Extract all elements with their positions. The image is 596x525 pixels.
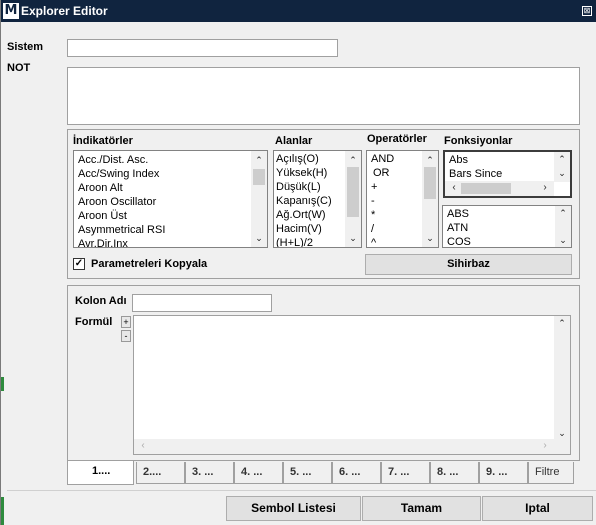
scroll-down-icon[interactable]: ⌄ xyxy=(251,231,267,245)
not-label: NOT xyxy=(7,62,31,74)
scroll-down-icon[interactable]: ⌄ xyxy=(554,426,570,440)
scroll-right-icon[interactable]: › xyxy=(538,439,552,454)
tab-5[interactable]: 5. ... xyxy=(283,462,332,484)
wizard-button[interactable]: Sihirbaz xyxy=(365,254,572,275)
tab-6[interactable]: 6. ... xyxy=(332,462,381,484)
scroll-left-icon[interactable]: ‹ xyxy=(447,181,461,196)
copy-params-checkbox[interactable]: ✓ xyxy=(73,258,85,270)
sistem-input[interactable] xyxy=(67,39,338,57)
scroll-right-icon[interactable]: › xyxy=(538,181,552,196)
left-edge-strip xyxy=(1,22,7,525)
functions-scrollbar[interactable]: ⌃ ⌄ xyxy=(555,206,571,247)
symbol-list-button[interactable]: Sembol Listesi xyxy=(226,496,361,521)
tab-7[interactable]: 7. ... xyxy=(381,462,430,484)
functions-category-scrollbar[interactable]: ⌃ ⌄ xyxy=(554,152,570,182)
tab-8[interactable]: 8. ... xyxy=(430,462,479,484)
functions-category-list[interactable]: Abs Bars Since ⌃ ⌄ ‹ › xyxy=(443,150,572,198)
sistem-label: Sistem xyxy=(7,41,44,53)
tab-9[interactable]: 9. ... xyxy=(479,462,528,484)
scroll-down-icon[interactable]: ⌄ xyxy=(555,233,571,247)
green-marker xyxy=(1,377,4,391)
ok-button[interactable]: Tamam xyxy=(362,496,481,521)
not-textarea[interactable] xyxy=(67,67,580,125)
list-item[interactable]: ATN xyxy=(443,221,571,235)
indicators-header: İndikatörler xyxy=(73,135,133,147)
tab-3[interactable]: 3. ... xyxy=(185,462,234,484)
column-name-label: Kolon Adı xyxy=(75,295,127,307)
scroll-down-icon[interactable]: ⌄ xyxy=(422,231,438,245)
scroll-thumb[interactable] xyxy=(424,167,436,199)
fields-header: Alanlar xyxy=(275,135,313,147)
tab-1[interactable]: 1.... xyxy=(67,461,134,485)
formula-vscrollbar[interactable]: ⌃ ⌄ xyxy=(554,316,570,454)
operators-header: Operatörler xyxy=(367,133,427,145)
green-marker xyxy=(1,497,4,525)
functions-list[interactable]: ABS ATN COS ⌃ ⌄ xyxy=(442,205,572,248)
list-item[interactable]: Aroon Üst xyxy=(74,209,267,223)
indicators-list[interactable]: Acc./Dist. Asc. Acc/Swing Index Aroon Al… xyxy=(73,150,268,248)
tab-4[interactable]: 4. ... xyxy=(234,462,283,484)
list-item[interactable]: Aroon Alt xyxy=(74,181,267,195)
close-icon[interactable]: ⊠ xyxy=(582,6,592,16)
operators-scrollbar[interactable]: ⌃ ⌄ xyxy=(422,151,438,247)
scroll-up-icon[interactable]: ⌃ xyxy=(345,153,361,167)
scroll-thumb[interactable] xyxy=(253,169,265,185)
list-item[interactable]: Bars Since xyxy=(445,167,570,181)
list-item[interactable]: Aroon Oscillator xyxy=(74,195,267,209)
formula-textarea[interactable]: ⌃ ⌄ ‹ › xyxy=(133,315,571,455)
window-title: Explorer Editor xyxy=(21,4,108,18)
explorer-editor-window: M Explorer Editor ⊠ Sistem NOT İndikatör… xyxy=(0,0,596,525)
fields-list[interactable]: Açılış(O) Yüksek(H) Düşük(L) Kapanış(C) … xyxy=(273,150,362,248)
zoom-out-button[interactable]: - xyxy=(121,330,131,342)
fields-scrollbar[interactable]: ⌃ ⌄ xyxy=(345,151,361,247)
scroll-left-icon[interactable]: ‹ xyxy=(136,439,150,454)
scroll-up-icon[interactable]: ⌃ xyxy=(554,316,570,330)
list-item[interactable]: Acc./Dist. Asc. xyxy=(74,153,267,167)
formula-label: Formül xyxy=(75,316,113,328)
title-bar: M Explorer Editor ⊠ xyxy=(1,0,596,22)
copy-params-label: Parametreleri Kopyala xyxy=(91,258,208,270)
app-logo-icon: M xyxy=(3,3,19,19)
formula-hscrollbar[interactable]: ‹ › xyxy=(134,439,554,454)
functions-header: Fonksiyonlar xyxy=(444,135,513,147)
scroll-down-icon[interactable]: ⌄ xyxy=(554,166,570,180)
scroll-up-icon[interactable]: ⌃ xyxy=(422,153,438,167)
list-item[interactable]: Avr.Dir.Inx xyxy=(74,237,267,247)
tab-filter[interactable]: Filtre xyxy=(528,462,574,484)
tab-2[interactable]: 2.... xyxy=(136,462,185,484)
list-item[interactable]: Asymmetrical RSI xyxy=(74,223,267,237)
functions-category-hscrollbar[interactable]: ‹ › xyxy=(445,181,554,196)
scroll-thumb[interactable] xyxy=(347,167,359,217)
scroll-up-icon[interactable]: ⌃ xyxy=(251,153,267,167)
zoom-in-button[interactable]: + xyxy=(121,316,131,328)
cancel-button[interactable]: Iptal xyxy=(482,496,593,521)
list-item[interactable]: Abs xyxy=(445,153,570,167)
scroll-down-icon[interactable]: ⌄ xyxy=(345,231,361,245)
operators-list[interactable]: AND OR + - * / ^ ⌃ ⌄ xyxy=(366,150,439,248)
indicators-scrollbar[interactable]: ⌃ ⌄ xyxy=(251,151,267,247)
list-item[interactable]: Acc/Swing Index xyxy=(74,167,267,181)
list-item[interactable]: ABS xyxy=(443,207,571,221)
list-item[interactable]: COS xyxy=(443,235,571,247)
scroll-up-icon[interactable]: ⌃ xyxy=(554,152,570,166)
scroll-up-icon[interactable]: ⌃ xyxy=(555,206,571,220)
column-name-input[interactable] xyxy=(132,294,272,312)
scroll-thumb[interactable] xyxy=(461,183,511,194)
